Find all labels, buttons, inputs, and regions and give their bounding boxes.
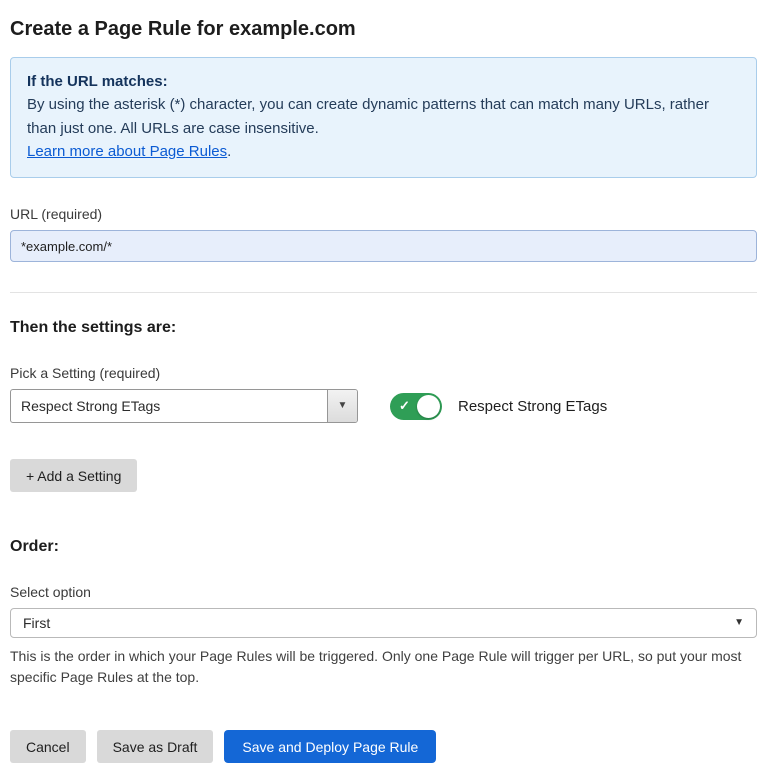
section-divider [10,292,757,293]
order-section: Order: [10,538,757,556]
info-box-body: By using the asterisk (*) character, you… [27,93,727,140]
order-help-text: This is the order in which your Page Rul… [10,646,757,688]
url-input[interactable] [10,230,757,262]
order-heading: Order: [10,538,757,556]
url-label: URL (required) [10,206,757,222]
cancel-button[interactable]: Cancel [10,730,86,763]
order-select[interactable]: First ▼ [10,608,757,638]
learn-more-link[interactable]: Learn more about Page Rules [27,143,227,160]
url-match-info-box: If the URL matches: By using the asteris… [10,57,757,178]
select-option-label: Select option [10,584,757,600]
page-rule-form: Create a Page Rule for example.com If th… [0,0,769,779]
link-period: . [227,143,231,160]
toggle-knob [417,395,440,418]
toggle-label: Respect Strong ETags [458,398,607,415]
form-actions: Cancel Save as Draft Save and Deploy Pag… [10,730,757,763]
setting-toggle[interactable]: ✓ [390,393,442,420]
setting-select[interactable]: Respect Strong ETags ▼ [10,389,358,423]
add-setting-button[interactable]: + Add a Setting [10,459,137,492]
page-title: Create a Page Rule for example.com [10,18,757,41]
save-draft-button[interactable]: Save as Draft [97,730,214,763]
order-select-value: First [23,615,50,631]
info-box-heading: If the URL matches: [27,70,740,93]
setting-select-value: Respect Strong ETags [11,390,327,422]
info-box-link-line: Learn more about Page Rules. [27,140,740,163]
check-icon: ✓ [399,398,410,414]
setting-row: Respect Strong ETags ▼ ✓ Respect Strong … [10,389,757,423]
settings-heading: Then the settings are: [10,319,757,337]
save-deploy-button[interactable]: Save and Deploy Page Rule [224,730,436,763]
pick-setting-label: Pick a Setting (required) [10,365,757,381]
chevron-down-icon: ▼ [338,401,348,411]
chevron-down-icon: ▼ [734,618,744,628]
setting-select-dropdown-button[interactable]: ▼ [327,390,357,422]
